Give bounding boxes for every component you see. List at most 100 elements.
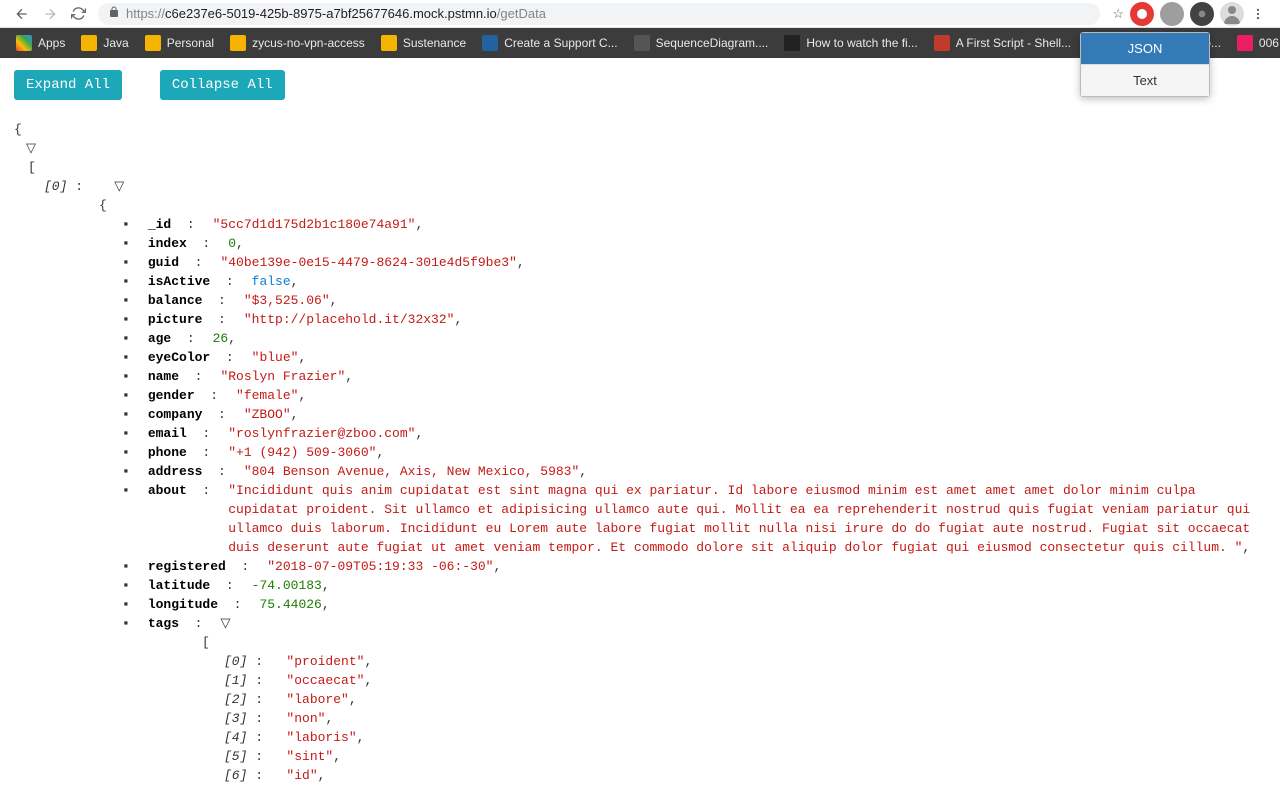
array-index: [0]	[44, 179, 67, 194]
json-property-row: ▪eyeColor :"blue",	[14, 348, 1266, 367]
json-value: "Incididunt quis anim cupidatat est sint…	[228, 483, 1250, 555]
collapse-toggle[interactable]: ▽	[114, 179, 124, 194]
json-key: latitude	[148, 576, 210, 595]
url-prefix: https://	[126, 6, 165, 21]
json-value: "http://placehold.it/32x32"	[244, 312, 455, 327]
json-property-row: ▪address :"804 Benson Avenue, Axis, New …	[14, 462, 1266, 481]
expand-all-button[interactable]: Expand All	[14, 70, 122, 100]
bullet-icon: ▪	[122, 614, 130, 633]
bookmark-label: SequenceDiagram....	[656, 36, 769, 50]
json-property-row: ▪about :"Incididunt quis anim cupidatat …	[14, 481, 1266, 557]
bracket-open: [	[202, 635, 210, 650]
json-property-row: ▪picture :"http://placehold.it/32x32",	[14, 310, 1266, 329]
extension-icon-1[interactable]	[1130, 2, 1154, 26]
json-value: "5cc7d1d175d2b1c180e74a91"	[213, 217, 416, 232]
array-index: [0]	[224, 654, 247, 669]
bookmark-item[interactable]: Sustenance	[373, 35, 474, 51]
json-value: "non"	[286, 711, 325, 726]
json-key: age	[148, 329, 171, 348]
bullet-icon: ▪	[122, 215, 130, 234]
json-value: false	[252, 274, 291, 289]
site-icon	[634, 35, 650, 51]
extension-icon-3[interactable]	[1190, 2, 1214, 26]
bookmark-label: Create a Support C...	[504, 36, 617, 50]
extension-popup: JSON Text	[1080, 32, 1210, 97]
json-value: "id"	[286, 768, 317, 783]
json-value: "+1 (942) 509-3060"	[228, 445, 376, 460]
json-value: "proident"	[286, 654, 364, 669]
back-button[interactable]	[8, 0, 36, 28]
json-property-row: ▪name :"Roslyn Frazier",	[14, 367, 1266, 386]
collapse-toggle[interactable]: ▽	[220, 616, 230, 631]
json-value: 75.44026	[259, 597, 321, 612]
json-key: email	[148, 424, 187, 443]
site-icon	[1237, 35, 1253, 51]
json-property-row: ▪gender :"female",	[14, 386, 1266, 405]
bullet-icon: ▪	[122, 272, 130, 291]
json-property-row: ▪age :26,	[14, 329, 1266, 348]
json-property-row: ▪balance :"$3,525.06",	[14, 291, 1266, 310]
forward-button[interactable]	[36, 0, 64, 28]
json-array-item: [3] : "non",	[14, 709, 1266, 728]
bookmark-item[interactable]: zycus-no-vpn-access	[222, 35, 373, 51]
bookmark-item[interactable]: A First Script - Shell...	[926, 35, 1079, 51]
json-value: "occaecat"	[286, 673, 364, 688]
json-property-row: ▪longitude :75.44026,	[14, 595, 1266, 614]
json-array-item: [5] : "sint",	[14, 747, 1266, 766]
folder-icon	[145, 35, 161, 51]
bracket-open: [	[28, 160, 36, 175]
star-icon[interactable]: ☆	[1112, 6, 1124, 22]
bookmark-item[interactable]: SequenceDiagram....	[626, 35, 777, 51]
popup-text-option[interactable]: Text	[1081, 64, 1209, 96]
bookmark-label: How to watch the fi...	[806, 36, 917, 50]
bookmark-item[interactable]: Create a Support C...	[474, 35, 625, 51]
json-key: company	[148, 405, 203, 424]
json-property-row: ▪email :"roslynfrazier@zboo.com",	[14, 424, 1266, 443]
json-value: "labore"	[286, 692, 348, 707]
collapse-all-button[interactable]: Collapse All	[160, 70, 285, 100]
bookmark-label: Sustenance	[403, 36, 466, 50]
profile-avatar[interactable]	[1220, 2, 1244, 26]
menu-button[interactable]	[1244, 0, 1272, 28]
json-array-item: [6] : "id",	[14, 766, 1266, 785]
bullet-icon: ▪	[122, 291, 130, 310]
json-value: 0	[228, 236, 236, 251]
json-value: "laboris"	[286, 730, 356, 745]
collapse-toggle[interactable]: ▽	[26, 141, 36, 156]
json-key: name	[148, 367, 179, 386]
json-value: "2018-07-09T05:19:33 -06:-30"	[267, 559, 493, 574]
bullet-icon: ▪	[122, 557, 130, 576]
button-row: Expand All Collapse All	[14, 70, 1266, 100]
json-property-row: ▪latitude :-74.00183,	[14, 576, 1266, 595]
folder-icon	[230, 35, 246, 51]
reload-button[interactable]	[64, 0, 92, 28]
bookmark-item[interactable]: How to watch the fi...	[776, 35, 925, 51]
bookmark-label: zycus-no-vpn-access	[252, 36, 365, 50]
json-value: "blue"	[252, 350, 299, 365]
array-index: [2]	[224, 692, 247, 707]
site-icon	[934, 35, 950, 51]
bullet-icon: ▪	[122, 595, 130, 614]
json-key: picture	[148, 310, 203, 329]
json-key: isActive	[148, 272, 210, 291]
bookmark-item[interactable]: 006	[1229, 35, 1280, 51]
bookmark-item[interactable]: Java	[73, 35, 136, 51]
json-value: "female"	[236, 388, 298, 403]
extension-icon-2[interactable]	[1160, 2, 1184, 26]
json-array-item: [1] : "occaecat",	[14, 671, 1266, 690]
json-key: tags	[148, 614, 179, 633]
url-path: /getData	[497, 6, 546, 21]
site-icon	[784, 35, 800, 51]
lock-icon	[108, 6, 120, 21]
bullet-icon: ▪	[122, 481, 130, 500]
json-array-item: [4] : "laboris",	[14, 728, 1266, 747]
json-array-item: [0] : "proident",	[14, 652, 1266, 671]
apps-icon	[16, 35, 32, 51]
bullet-icon: ▪	[122, 576, 130, 595]
url-bar[interactable]: https://c6e237e6-5019-425b-8975-a7bf2567…	[98, 3, 1100, 25]
json-key: guid	[148, 253, 179, 272]
popup-json-option[interactable]: JSON	[1081, 33, 1209, 64]
bookmark-item[interactable]: Apps	[8, 35, 73, 51]
bookmark-item[interactable]: Personal	[137, 35, 222, 51]
json-value: "sint"	[286, 749, 333, 764]
